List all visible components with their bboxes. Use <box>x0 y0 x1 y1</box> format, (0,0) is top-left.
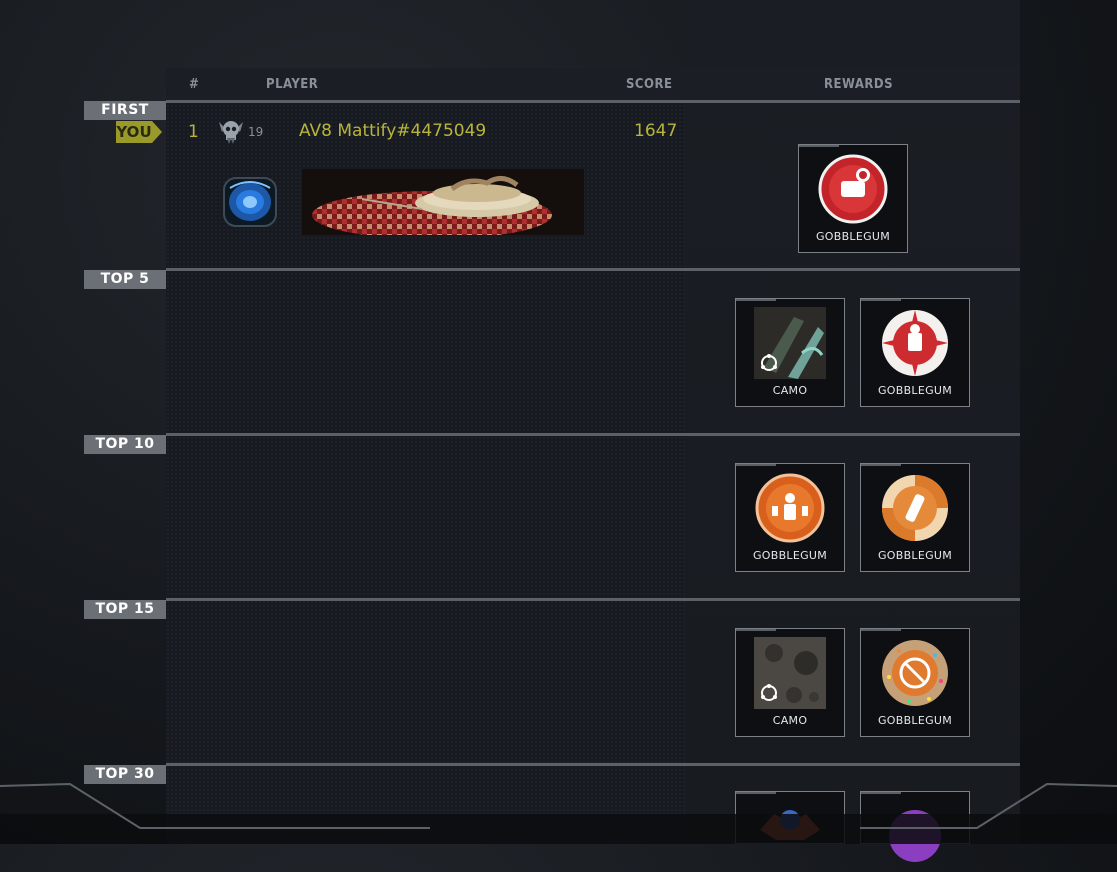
reward-top5-gobblegum[interactable]: GOBBLEGUM <box>860 298 970 407</box>
row-divider <box>166 100 1020 103</box>
bottom-frame-decoration <box>0 782 1117 844</box>
tier-label-top5: TOP 5 <box>84 270 166 289</box>
reward-label: GOBBLEGUM <box>877 384 953 397</box>
rank-column-header: # <box>189 77 200 92</box>
reward-label: GOBBLEGUM <box>877 549 953 562</box>
you-indicator: YOU <box>116 121 162 143</box>
player-rank: 1 <box>188 122 199 142</box>
leaderboard-header: # PLAYER SCORE REWARDS <box>166 68 1020 100</box>
camo-moon-icon <box>754 637 826 709</box>
reward-top15-camo[interactable]: CAMO <box>735 628 845 737</box>
row-divider <box>166 598 1020 601</box>
score-column-header: SCORE <box>626 77 673 92</box>
row-divider <box>166 433 1020 436</box>
camo-icon <box>754 307 826 379</box>
reward-label: GOBBLEGUM <box>877 714 953 727</box>
player-emblem-icon <box>223 177 277 227</box>
reward-top10-gobblegum-1[interactable]: GOBBLEGUM <box>735 463 845 572</box>
player-level: 19 <box>248 125 264 139</box>
reward-label: GOBBLEGUM <box>815 230 891 243</box>
row-divider <box>166 268 1020 271</box>
gobblegum-sprinkles-icon <box>882 640 948 706</box>
calling-card-image <box>302 169 584 235</box>
reward-top10-gobblegum-2[interactable]: GOBBLEGUM <box>860 463 970 572</box>
prestige-skull-icon <box>219 121 243 144</box>
gobblegum-orange-swirl-icon <box>882 475 948 541</box>
reward-label: CAMO <box>772 384 808 397</box>
rewards-column-header: REWARDS <box>824 77 894 92</box>
tier-label-top15: TOP 15 <box>84 600 166 619</box>
reward-first-gobblegum[interactable]: GOBBLEGUM <box>798 144 908 253</box>
reward-top15-gobblegum[interactable]: GOBBLEGUM <box>860 628 970 737</box>
reward-label: CAMO <box>772 714 808 727</box>
player-column-header: PLAYER <box>266 77 319 92</box>
reward-top5-camo[interactable]: CAMO <box>735 298 845 407</box>
row-divider <box>166 763 1020 766</box>
gobblegum-red-icon <box>818 154 888 224</box>
tier-label-top10: TOP 10 <box>84 435 166 454</box>
tier-label-first: FIRST <box>84 101 166 120</box>
reward-label: GOBBLEGUM <box>752 549 828 562</box>
player-score: 1647 <box>634 121 678 141</box>
gobblegum-candy-icon <box>882 310 948 376</box>
player-name[interactable]: AV8 Mattify#4475049 <box>299 121 486 141</box>
gobblegum-orange-icon <box>755 473 825 543</box>
